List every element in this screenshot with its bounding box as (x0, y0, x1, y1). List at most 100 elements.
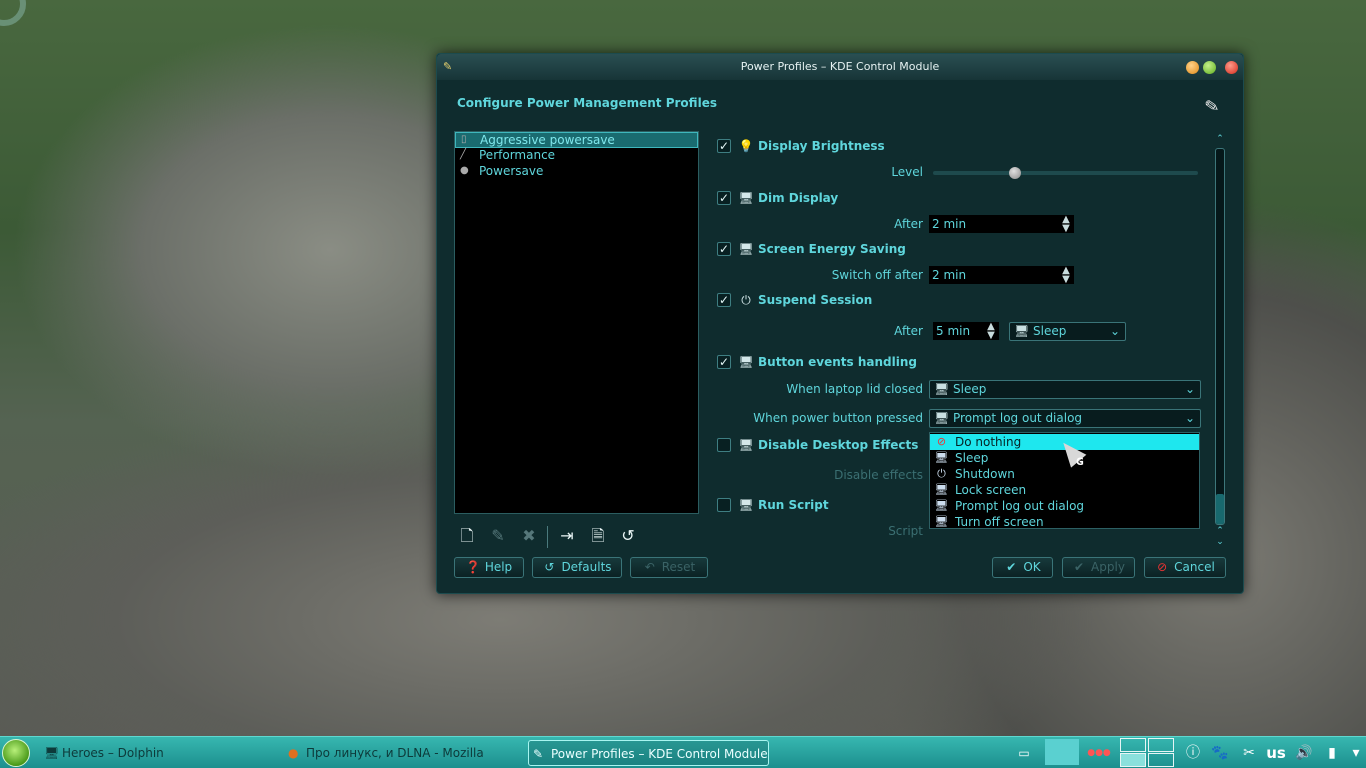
info-icon[interactable]: ⓘ (1182, 739, 1204, 767)
minimize-button[interactable] (1186, 61, 1199, 74)
spin-arrows-icon[interactable]: ▲ ▼ (986, 322, 996, 341)
dropdown-option-shutdown[interactable]: ⏻ Shutdown (930, 466, 1199, 482)
scrollbar-handle[interactable] (1216, 494, 1224, 524)
task-firefox[interactable]: ● Про линукс, и DLNA - Mozilla Firefox (284, 740, 524, 766)
dim-after-spinbox[interactable]: 2 min ▲ ▼ (929, 215, 1074, 234)
dropdown-option-turn-off-screen[interactable]: 🖥 Turn off screen (930, 514, 1199, 530)
package-updater-icon[interactable]: 🐾 (1208, 739, 1232, 767)
help-icon: ❓ (465, 560, 481, 574)
spin-arrows-icon[interactable]: ▲ ▼ (1061, 266, 1071, 285)
cancel-icon: ⊘ (1157, 560, 1168, 574)
pencil-icon: ✎ (533, 747, 544, 761)
combo-value: Prompt log out dialog (953, 411, 1083, 425)
monitor-icon: 🖥 (738, 242, 754, 256)
energy-saving-title: Screen Energy Saving (758, 242, 906, 256)
energy-saving-checkbox[interactable]: ✓ (717, 242, 731, 256)
monitor-icon: 🖥 (934, 483, 949, 496)
brightness-slider[interactable] (933, 171, 1198, 175)
brightness-slider-handle[interactable] (1009, 167, 1022, 179)
cancel-button[interactable]: ⊘ Cancel (1144, 557, 1226, 578)
system-monitor-icon[interactable]: ▭ (1010, 739, 1038, 767)
suspend-after-spinbox[interactable]: 5 min ▲ ▼ (933, 322, 999, 341)
task-label: Про линукс, и DLNA - Mozilla Firefox (306, 746, 484, 760)
new-profile-icon[interactable]: 🗋 (457, 526, 477, 546)
desktop-3[interactable] (1120, 753, 1146, 767)
busy-cursor-icon: ɢ (1076, 454, 1085, 469)
brightness-checkbox[interactable]: ✓ (717, 139, 731, 153)
power-icon: ⏻ (937, 467, 946, 480)
desktop-4[interactable] (1148, 753, 1174, 767)
profile-label: Powersave (479, 164, 544, 178)
delete-profile-icon[interactable]: ✖ (519, 526, 539, 546)
lightbulb-icon: 💡 (738, 139, 754, 153)
lid-closed-combo[interactable]: 🖥 Sleep ⌄ (929, 380, 1201, 399)
desktop-widget-icon (0, 0, 26, 26)
keyboard-layout-indicator[interactable]: us (1264, 739, 1288, 767)
monitor-icon: 🖥 (1014, 324, 1030, 338)
scrollbar-track[interactable] (1215, 148, 1225, 525)
edit-profile-icon[interactable]: ✎ (488, 526, 508, 546)
button-label: Help (484, 560, 513, 574)
desktop-1[interactable] (1120, 738, 1146, 752)
profile-list[interactable]: ▯ Aggressive powersave ╱ Performance ● P… (454, 131, 699, 514)
button-events-title: Button events handling (758, 355, 917, 369)
monitor-icon: 🖥 (44, 746, 60, 760)
settings-scrollbar[interactable]: ⌃ ⌃ ⌄ (1214, 134, 1226, 550)
combo-value: Sleep (1033, 324, 1067, 338)
button-events-checkbox[interactable]: ✓ (717, 355, 731, 369)
toolbar-separator (547, 526, 548, 548)
chevron-up-icon[interactable]: ⌃ (1214, 526, 1226, 536)
application-launcher-button[interactable] (2, 739, 30, 767)
battery-icon[interactable]: ▮ (1320, 739, 1344, 767)
power-button-combo[interactable]: 🖥 Prompt log out dialog ⌄ (929, 409, 1201, 428)
defaults-button[interactable]: ↺ Defaults (532, 557, 622, 578)
lid-closed-label: When laptop lid closed (786, 382, 923, 396)
network-icon[interactable]: ●●● (1085, 739, 1113, 767)
dropdown-option-prompt-logout[interactable]: 🖥 Prompt log out dialog (930, 498, 1199, 514)
cpu-graph-widget[interactable] (1045, 739, 1079, 765)
apply-button[interactable]: ✔ Apply (1062, 557, 1135, 578)
close-button[interactable] (1225, 61, 1238, 74)
button-label: Reset (661, 560, 696, 574)
button-label: Defaults (561, 560, 612, 574)
chevron-down-icon[interactable]: ⌄ (1214, 537, 1226, 547)
brightness-title: Display Brightness (758, 139, 885, 153)
script-label: Script (888, 524, 923, 538)
dim-display-checkbox[interactable]: ✓ (717, 191, 731, 205)
suspend-action-combo[interactable]: 🖥 Sleep ⌄ (1009, 322, 1126, 341)
device-notifier-icon[interactable]: ▾ (1348, 739, 1364, 767)
restore-profiles-icon[interactable]: ↺ (618, 526, 638, 546)
import-profile-icon[interactable]: ⇥ (557, 526, 577, 546)
task-label: Heroes – Dolphin (62, 746, 164, 760)
desktop-2[interactable] (1148, 738, 1174, 752)
monitor-icon: 🖥 (738, 438, 754, 452)
export-profile-icon[interactable]: 🗎 (588, 526, 608, 546)
ok-button[interactable]: ✔ OK (992, 557, 1053, 578)
desktop-effects-checkbox[interactable] (717, 438, 731, 452)
spinbox-value: 5 min (936, 324, 971, 338)
monitor-icon: 🖥 (738, 191, 754, 205)
maximize-button[interactable] (1203, 61, 1216, 74)
run-script-checkbox[interactable] (717, 498, 731, 512)
window-titlebar[interactable]: ✎ Power Profiles – KDE Control Module (437, 54, 1243, 80)
profile-item-performance[interactable]: ╱ Performance (455, 148, 698, 164)
dropdown-option-lock-screen[interactable]: 🖥 Lock screen (930, 482, 1199, 498)
volume-icon[interactable]: 🔊 (1292, 739, 1316, 767)
task-dolphin[interactable]: 🖥 Heroes – Dolphin (40, 740, 280, 766)
clipboard-scissors-icon[interactable]: ✂ (1238, 739, 1260, 767)
suspend-session-checkbox[interactable]: ✓ (717, 293, 731, 307)
suspend-after-label: After (894, 324, 923, 338)
restore-icon: ↺ (544, 560, 555, 574)
help-button[interactable]: ❓ Help (454, 557, 524, 578)
profile-item-powersave[interactable]: ● Powersave (455, 164, 698, 180)
task-power-profiles[interactable]: ✎ Power Profiles – KDE Control Module (528, 740, 769, 766)
profile-label: Performance (479, 148, 556, 162)
window-title: Power Profiles – KDE Control Module (740, 60, 940, 73)
profile-item-aggressive-powersave[interactable]: ▯ Aggressive powersave (455, 132, 698, 148)
spin-arrows-icon[interactable]: ▲ ▼ (1061, 215, 1071, 234)
firefox-icon: ● (288, 746, 299, 760)
switch-off-spinbox[interactable]: 2 min ▲ ▼ (929, 266, 1074, 285)
option-label: Prompt log out dialog (955, 499, 1085, 513)
chevron-up-icon[interactable]: ⌃ (1214, 134, 1226, 144)
reset-button[interactable]: ↶ Reset (630, 557, 708, 578)
